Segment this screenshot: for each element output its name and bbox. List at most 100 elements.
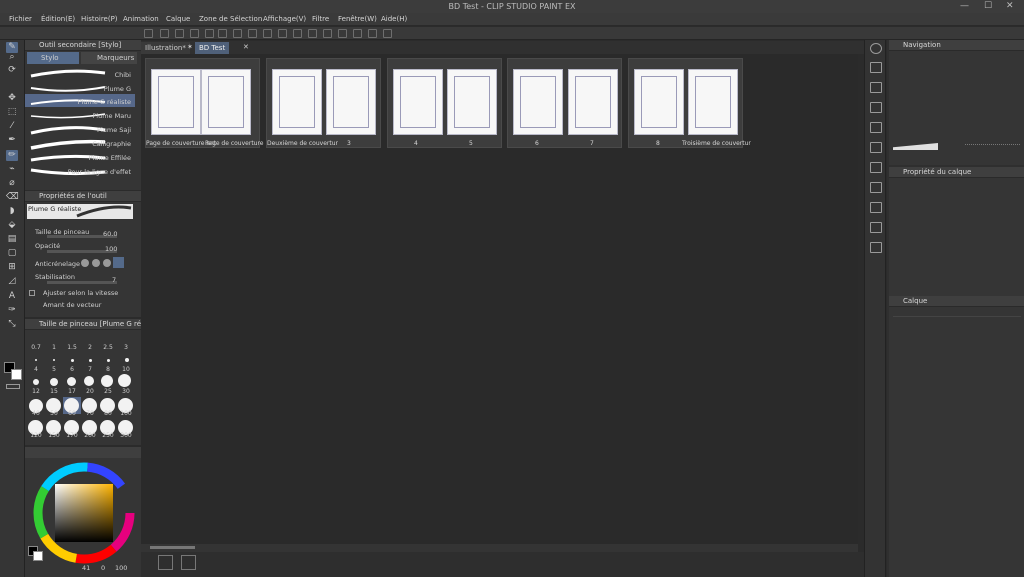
size-option[interactable]: 8 xyxy=(99,366,117,373)
tab-stylo[interactable]: Stylo xyxy=(27,52,79,64)
page-spread[interactable] xyxy=(628,58,743,148)
page-thumbnail[interactable] xyxy=(513,69,563,135)
page-thumbnail[interactable] xyxy=(326,69,376,135)
subtool-item-plume-maru[interactable]: Plume Maru xyxy=(92,112,131,120)
size-option[interactable]: 80 xyxy=(99,410,117,417)
page-manager-icon[interactable] xyxy=(158,555,173,570)
size-option[interactable]: 30 xyxy=(117,388,135,395)
size-option[interactable]: 150 xyxy=(45,432,63,439)
option-vector[interactable]: Amant de vecteur xyxy=(43,301,101,309)
paste-icon[interactable] xyxy=(278,29,287,38)
menu-histoire[interactable]: Histoire(P) xyxy=(81,15,118,23)
menu-edition[interactable]: Édition(E) xyxy=(41,15,75,23)
opacity-value[interactable]: 100 xyxy=(105,245,117,253)
sub-color-swatch[interactable] xyxy=(11,369,22,380)
antialias-none[interactable] xyxy=(81,259,89,267)
invert-selection-icon[interactable] xyxy=(323,29,332,38)
size-option[interactable]: 0.7 xyxy=(27,344,45,351)
menu-calque[interactable]: Calque xyxy=(166,15,190,23)
material-icon[interactable] xyxy=(870,242,882,253)
brush-icon[interactable]: ⌁ xyxy=(6,164,18,175)
copy-icon[interactable] xyxy=(263,29,272,38)
material-icon[interactable] xyxy=(870,202,882,213)
page-spread[interactable] xyxy=(387,58,502,148)
material-icon[interactable] xyxy=(870,162,882,173)
eraser-icon[interactable]: ⌫ xyxy=(6,192,19,203)
snap-grid-icon[interactable] xyxy=(368,29,377,38)
subtool-item-calligraphie[interactable]: Calligraphie xyxy=(92,140,131,148)
size-option[interactable]: 25 xyxy=(99,388,117,395)
eyedropper-icon[interactable]: ⁄ xyxy=(6,121,18,132)
subtool-item-chibi[interactable]: Chibi xyxy=(115,71,131,79)
menu-filtre[interactable]: Filtre xyxy=(312,15,329,23)
correct-line-icon[interactable]: ⤡ xyxy=(6,319,18,330)
minimize-button[interactable]: — xyxy=(960,1,969,11)
tab-bd-test[interactable]: BD Test xyxy=(195,42,230,54)
tab-illustration[interactable]: Illustration* xyxy=(141,42,190,54)
brush-size-value[interactable]: 60.0 xyxy=(103,230,117,238)
size-option[interactable]: 200 xyxy=(81,432,99,439)
size-option[interactable]: 70 xyxy=(81,410,99,417)
menu-aide[interactable]: Aide(H) xyxy=(381,15,407,23)
new-icon[interactable] xyxy=(160,29,169,38)
page-thumbnail[interactable] xyxy=(272,69,322,135)
page-spread[interactable] xyxy=(507,58,622,148)
canvas-scrollbar[interactable] xyxy=(141,544,858,552)
subtool-item-plume-g[interactable]: Plume G xyxy=(104,85,131,93)
navigator-controls[interactable] xyxy=(965,144,1020,150)
material-icon[interactable] xyxy=(870,62,882,73)
zoom-icon[interactable]: ⌕ xyxy=(6,52,18,63)
add-page-icon[interactable] xyxy=(181,555,196,570)
snap-ruler-icon[interactable] xyxy=(353,29,362,38)
size-option[interactable]: 20 xyxy=(81,388,99,395)
size-option[interactable]: 2 xyxy=(81,344,99,351)
size-option[interactable]: 6 xyxy=(63,366,81,373)
balloon-icon[interactable]: ✑ xyxy=(6,305,18,316)
page-thumbnail[interactable] xyxy=(393,69,443,135)
size-option[interactable]: 4 xyxy=(27,366,45,373)
search-icon[interactable] xyxy=(870,43,882,54)
size-option[interactable]: 15 xyxy=(45,388,63,395)
page-thumbnail[interactable] xyxy=(151,69,201,135)
size-option[interactable]: 5 xyxy=(45,366,63,373)
size-option[interactable]: 170 xyxy=(63,432,81,439)
size-option[interactable]: 2.5 xyxy=(99,344,117,351)
ruler-icon[interactable]: ◿ xyxy=(6,276,18,287)
size-option[interactable]: 40 xyxy=(27,410,45,417)
material-icon[interactable] xyxy=(870,142,882,153)
frame-icon[interactable]: ⊞ xyxy=(6,262,18,273)
undo-icon[interactable] xyxy=(205,29,214,38)
page-thumbnail[interactable] xyxy=(634,69,684,135)
gradient-icon[interactable]: ▤ xyxy=(6,234,18,245)
deselect-icon[interactable] xyxy=(308,29,317,38)
stabilization-value[interactable]: 7 xyxy=(112,276,116,284)
size-option[interactable]: 1 xyxy=(45,344,63,351)
size-option[interactable]: 3 xyxy=(117,344,135,351)
material-icon[interactable] xyxy=(870,222,882,233)
close-button[interactable]: ✕ xyxy=(1006,1,1014,11)
subtool-item-plume-effilee[interactable]: Plume Effilée xyxy=(89,154,131,162)
menu-animation[interactable]: Animation xyxy=(123,15,159,23)
antialias-weak[interactable] xyxy=(92,259,100,267)
size-option[interactable]: 50 xyxy=(45,410,63,417)
stabilization-slider[interactable] xyxy=(47,281,117,284)
save-icon[interactable] xyxy=(190,29,199,38)
material-icon[interactable] xyxy=(870,182,882,193)
help-icon[interactable] xyxy=(383,29,392,38)
blend-mode-select[interactable] xyxy=(893,309,1021,317)
page-spread[interactable] xyxy=(266,58,381,148)
sub-color-chip[interactable] xyxy=(33,551,43,561)
material-icon[interactable] xyxy=(870,82,882,93)
size-option[interactable]: 100 xyxy=(117,410,135,417)
menu-fenetre[interactable]: Fenêtre(W) xyxy=(338,15,377,23)
cut-icon[interactable] xyxy=(248,29,257,38)
transparent-color-icon[interactable] xyxy=(6,384,20,389)
clip-studio-icon[interactable] xyxy=(144,29,153,38)
blend-icon[interactable]: ◗ xyxy=(6,206,18,217)
antialias-medium[interactable] xyxy=(103,259,111,267)
transform-icon[interactable] xyxy=(293,29,302,38)
size-option[interactable]: 7 xyxy=(81,366,99,373)
size-option[interactable]: 1.5 xyxy=(63,344,81,351)
fill-icon[interactable]: ⬙ xyxy=(6,220,18,231)
pen-icon[interactable]: ✒ xyxy=(6,135,18,146)
